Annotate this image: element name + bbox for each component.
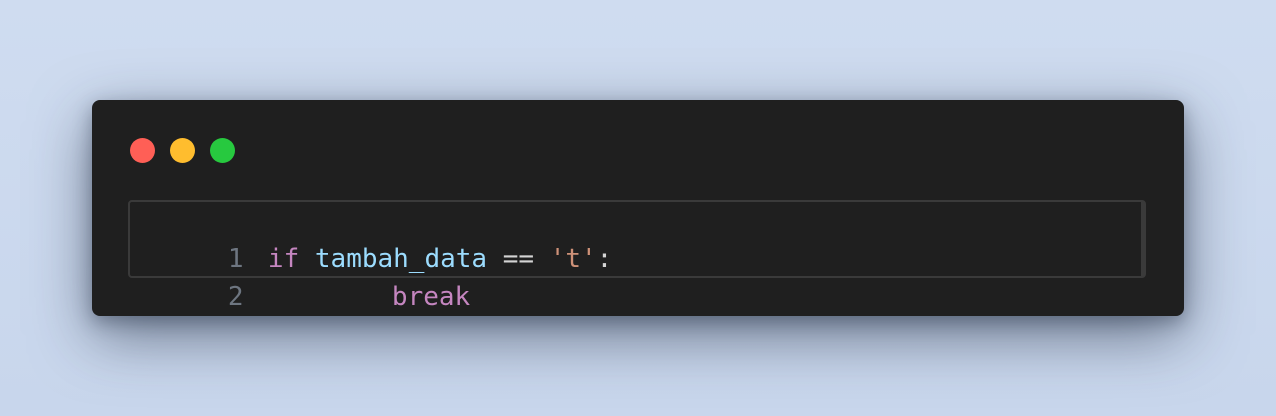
punctuation-token: :: [596, 244, 613, 274]
maximize-button[interactable]: [210, 138, 235, 163]
minimize-button[interactable]: [170, 138, 195, 163]
close-button[interactable]: [130, 138, 155, 163]
code-line-2: 2 break: [130, 240, 470, 312]
code-line-1: 1 if tambah_data == 't':: [130, 202, 612, 274]
code-content: break: [268, 278, 470, 316]
keyword-token: break: [391, 282, 471, 312]
operator-token: ==: [502, 244, 535, 274]
line-number: 2: [227, 282, 244, 312]
window-controls: [130, 138, 235, 163]
code-editor[interactable]: 1 if tambah_data == 't': 2 break: [128, 200, 1146, 312]
code-window: 1 if tambah_data == 't': 2 break: [92, 100, 1184, 316]
string-token: 't': [549, 244, 597, 274]
